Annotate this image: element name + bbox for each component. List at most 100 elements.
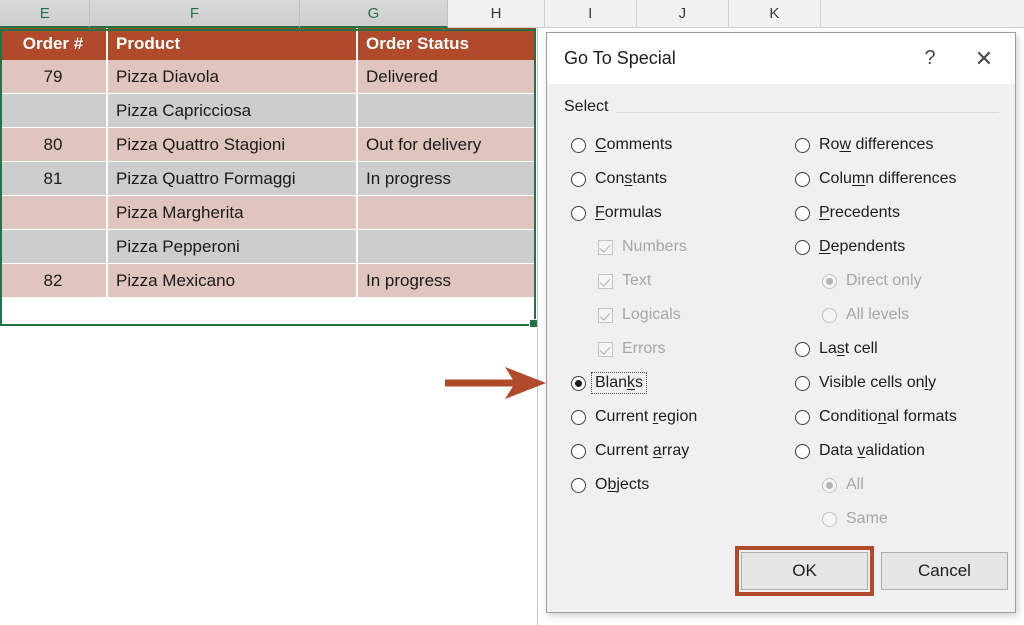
radio-indicator[interactable] (571, 172, 586, 187)
go-to-special-dialog: Go To Special ? ✕ Select CommentsConstan… (546, 32, 1016, 613)
table-row[interactable]: Pizza Margherita (0, 196, 536, 230)
option-label: Comments (595, 136, 672, 154)
table-cell[interactable]: Pizza Diavola (108, 60, 358, 94)
radio-indicator[interactable] (795, 138, 810, 153)
radio-indicator[interactable] (795, 410, 810, 425)
table-row[interactable]: Pizza Capricciosa (0, 94, 536, 128)
radio-conditional-formats[interactable]: Conditional formats (795, 400, 1010, 434)
table-cell[interactable] (0, 230, 108, 264)
column-header-label: J (679, 5, 687, 22)
radio-visible-cells-only[interactable]: Visible cells only (795, 366, 1010, 400)
radio-objects[interactable]: Objects (571, 468, 801, 502)
table-cell[interactable]: Pizza Quattro Stagioni (108, 128, 358, 162)
radio-formulas[interactable]: Formulas (571, 196, 801, 230)
table-cell[interactable]: 82 (0, 264, 108, 298)
option-label: Conditional formats (819, 408, 957, 426)
radio-indicator[interactable] (795, 172, 810, 187)
column-header-e[interactable]: E (0, 0, 90, 28)
options-column-left: CommentsConstantsFormulasNumbersTextLogi… (571, 128, 801, 502)
table-header-cell[interactable]: Order # (0, 28, 108, 60)
radio-indicator[interactable] (795, 206, 810, 221)
table-cell[interactable]: In progress (358, 162, 536, 196)
option-label: Column differences (819, 170, 957, 188)
radio-indicator[interactable] (795, 376, 810, 391)
table-cell[interactable]: Pizza Mexicano (108, 264, 358, 298)
radio-current-array[interactable]: Current array (571, 434, 801, 468)
table-cell[interactable]: 81 (0, 162, 108, 196)
column-header-label: H (491, 5, 502, 22)
radio-indicator[interactable] (795, 444, 810, 459)
column-header-i[interactable]: I (545, 0, 637, 28)
table-cell[interactable] (358, 196, 536, 230)
table-cell[interactable]: Pizza Margherita (108, 196, 358, 230)
radio-indicator[interactable] (571, 478, 586, 493)
table-cell[interactable] (358, 230, 536, 264)
radio-data-validation[interactable]: Data validation (795, 434, 1010, 468)
table-cell[interactable]: Out for delivery (358, 128, 536, 162)
radio-blanks[interactable]: Blanks (571, 366, 801, 400)
checkbox-indicator (598, 308, 613, 323)
table-row[interactable]: 81Pizza Quattro FormaggiIn progress (0, 162, 536, 196)
radio-indicator (822, 512, 837, 527)
ok-button[interactable]: OK (741, 552, 868, 590)
table-row[interactable]: 82Pizza MexicanoIn progress (0, 264, 536, 298)
table-cell[interactable]: Delivered (358, 60, 536, 94)
table-row[interactable]: 80Pizza Quattro StagioniOut for delivery (0, 128, 536, 162)
checkbox-indicator (598, 342, 613, 357)
column-header-label: F (190, 5, 199, 22)
radio-comments[interactable]: Comments (571, 128, 801, 162)
option-label: Dependents (819, 238, 905, 256)
column-header-k[interactable]: K (729, 0, 821, 28)
table-cell[interactable]: In progress (358, 264, 536, 298)
option-label: Errors (622, 340, 666, 358)
column-header-label: E (40, 5, 50, 22)
column-header-h[interactable]: H (448, 0, 544, 28)
radio-precedents[interactable]: Precedents (795, 196, 1010, 230)
grid-column-divider-h (537, 28, 538, 625)
table-header-cell[interactable]: Order Status (358, 28, 536, 60)
option-label: Current region (595, 408, 697, 426)
table-header-row: Order #ProductOrder Status (0, 28, 536, 60)
radio-indicator[interactable] (571, 206, 586, 221)
radio-indicator (822, 308, 837, 323)
close-icon[interactable]: ✕ (961, 33, 1007, 84)
radio-indicator[interactable] (571, 376, 586, 391)
table-row[interactable]: Pizza Pepperoni (0, 230, 536, 264)
column-header-j[interactable]: J (637, 0, 729, 28)
worksheet-grid: Order #ProductOrder Status79Pizza Diavol… (0, 28, 536, 298)
column-header-f[interactable]: F (90, 0, 299, 28)
radio-direct-only: Direct only (795, 264, 1010, 298)
column-header-g[interactable]: G (300, 0, 449, 28)
column-header-label: I (588, 5, 592, 22)
radio-indicator[interactable] (795, 342, 810, 357)
option-label: Current array (595, 442, 689, 460)
radio-row-differences[interactable]: Row differences (795, 128, 1010, 162)
radio-current-region[interactable]: Current region (571, 400, 801, 434)
table-row[interactable]: 79Pizza DiavolaDelivered (0, 60, 536, 94)
radio-indicator[interactable] (571, 138, 586, 153)
option-label: Last cell (819, 340, 878, 358)
table-cell[interactable]: Pizza Pepperoni (108, 230, 358, 264)
radio-indicator (822, 478, 837, 493)
radio-indicator[interactable] (571, 410, 586, 425)
dialog-title-bar: Go To Special ? ✕ (547, 33, 1015, 84)
column-header-label: G (368, 5, 380, 22)
table-header-cell[interactable]: Product (108, 28, 358, 60)
cancel-button[interactable]: Cancel (881, 552, 1008, 590)
table-cell[interactable] (0, 196, 108, 230)
table-cell[interactable]: Pizza Quattro Formaggi (108, 162, 358, 196)
table-cell[interactable]: Pizza Capricciosa (108, 94, 358, 128)
callout-arrow-icon (443, 361, 548, 410)
table-cell[interactable]: 80 (0, 128, 108, 162)
radio-dependents[interactable]: Dependents (795, 230, 1010, 264)
radio-constants[interactable]: Constants (571, 162, 801, 196)
radio-last-cell[interactable]: Last cell (795, 332, 1010, 366)
table-cell[interactable]: 79 (0, 60, 108, 94)
radio-column-differences[interactable]: Column differences (795, 162, 1010, 196)
radio-indicator[interactable] (795, 240, 810, 255)
radio-all: All (795, 468, 1010, 502)
radio-indicator[interactable] (571, 444, 586, 459)
table-cell[interactable] (0, 94, 108, 128)
help-icon[interactable]: ? (907, 33, 953, 84)
table-cell[interactable] (358, 94, 536, 128)
